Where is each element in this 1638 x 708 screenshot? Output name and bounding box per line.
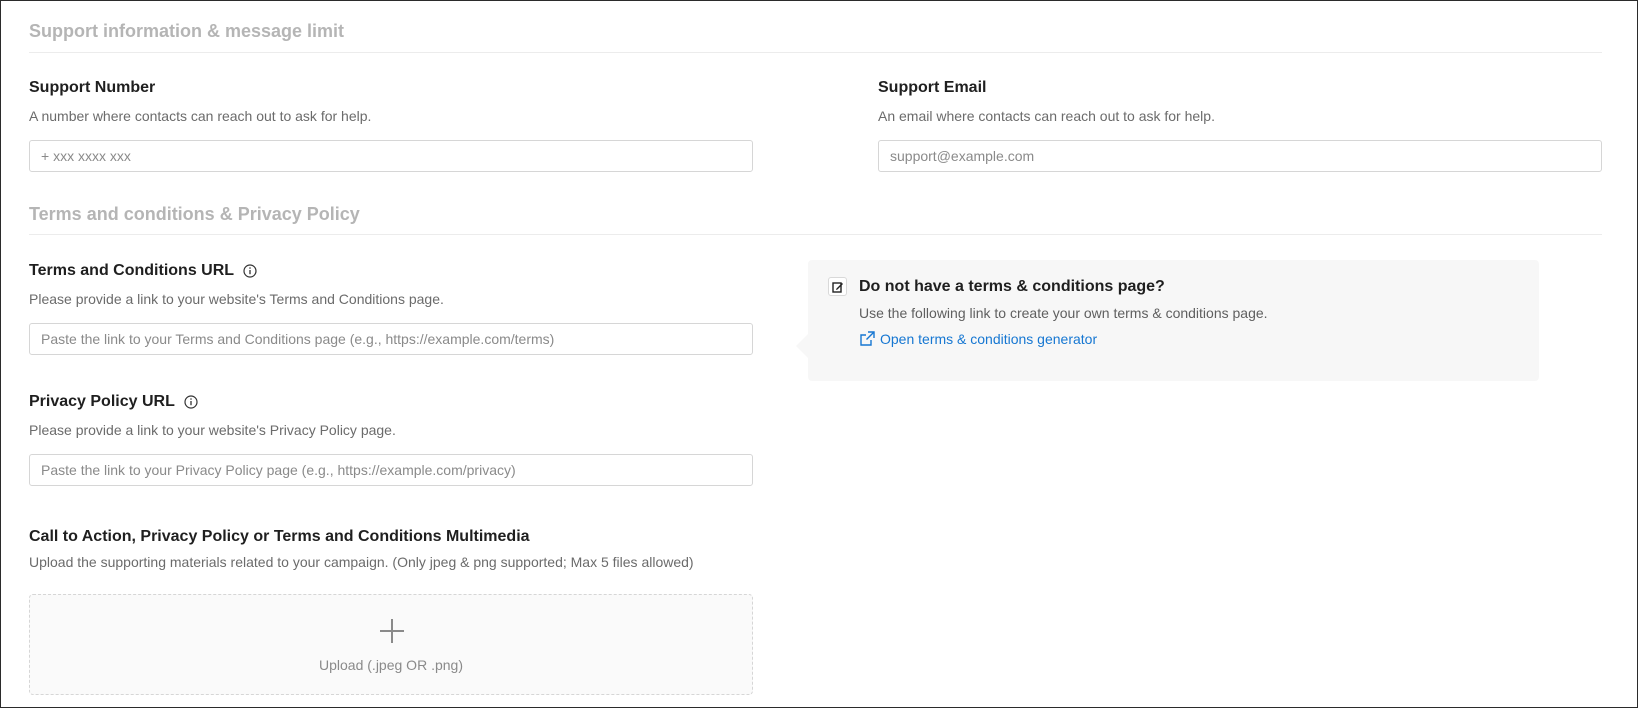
section-divider — [29, 52, 1602, 53]
info-icon[interactable] — [184, 395, 198, 409]
support-email-label: Support Email — [878, 79, 986, 97]
settings-panel: Support information & message limit Supp… — [0, 0, 1638, 708]
section-title-support: Support information & message limit — [29, 21, 345, 41]
multimedia-label: Call to Action, Privacy Policy or Terms … — [29, 528, 530, 546]
open-terms-generator-label: Open terms & conditions generator — [880, 330, 1098, 347]
privacy-url-label: Privacy Policy URL — [29, 393, 198, 411]
terms-generator-callout: Do not have a terms & conditions page? U… — [796, 260, 1539, 381]
support-number-input[interactable] — [29, 140, 753, 172]
info-icon[interactable] — [243, 264, 257, 278]
terms-url-help: Please provide a link to your website's … — [29, 291, 444, 307]
edit-icon — [828, 277, 847, 296]
upload-dropzone[interactable]: Upload (.jpeg OR .png) — [29, 594, 753, 695]
multimedia-label-text: Call to Action, Privacy Policy or Terms … — [29, 528, 530, 545]
privacy-url-help: Please provide a link to your website's … — [29, 422, 396, 438]
callout-text: Use the following link to create your ow… — [859, 305, 1268, 321]
terms-url-label: Terms and Conditions URL — [29, 262, 257, 280]
external-link-icon — [860, 331, 875, 346]
privacy-url-input[interactable] — [29, 454, 753, 486]
support-number-help: A number where contacts can reach out to… — [29, 108, 372, 124]
upload-label: Upload (.jpeg OR .png) — [319, 657, 463, 673]
support-number-label-text: Support Number — [29, 79, 156, 96]
open-terms-generator-link[interactable]: Open terms & conditions generator — [859, 330, 1097, 347]
support-email-label-text: Support Email — [878, 79, 987, 96]
privacy-url-label-text: Privacy Policy URL — [29, 393, 175, 410]
plus-icon — [380, 619, 404, 643]
multimedia-help: Upload the supporting materials related … — [29, 554, 694, 570]
support-number-label: Support Number — [29, 79, 155, 97]
support-email-help: An email where contacts can reach out to… — [878, 108, 1215, 124]
section-divider — [29, 234, 1602, 235]
support-email-input[interactable] — [878, 140, 1602, 172]
callout-title: Do not have a terms & conditions page? — [859, 278, 1165, 295]
terms-url-label-text: Terms and Conditions URL — [29, 262, 235, 279]
section-title-terms: Terms and conditions & Privacy Policy — [29, 204, 360, 224]
terms-url-input[interactable] — [29, 323, 753, 355]
